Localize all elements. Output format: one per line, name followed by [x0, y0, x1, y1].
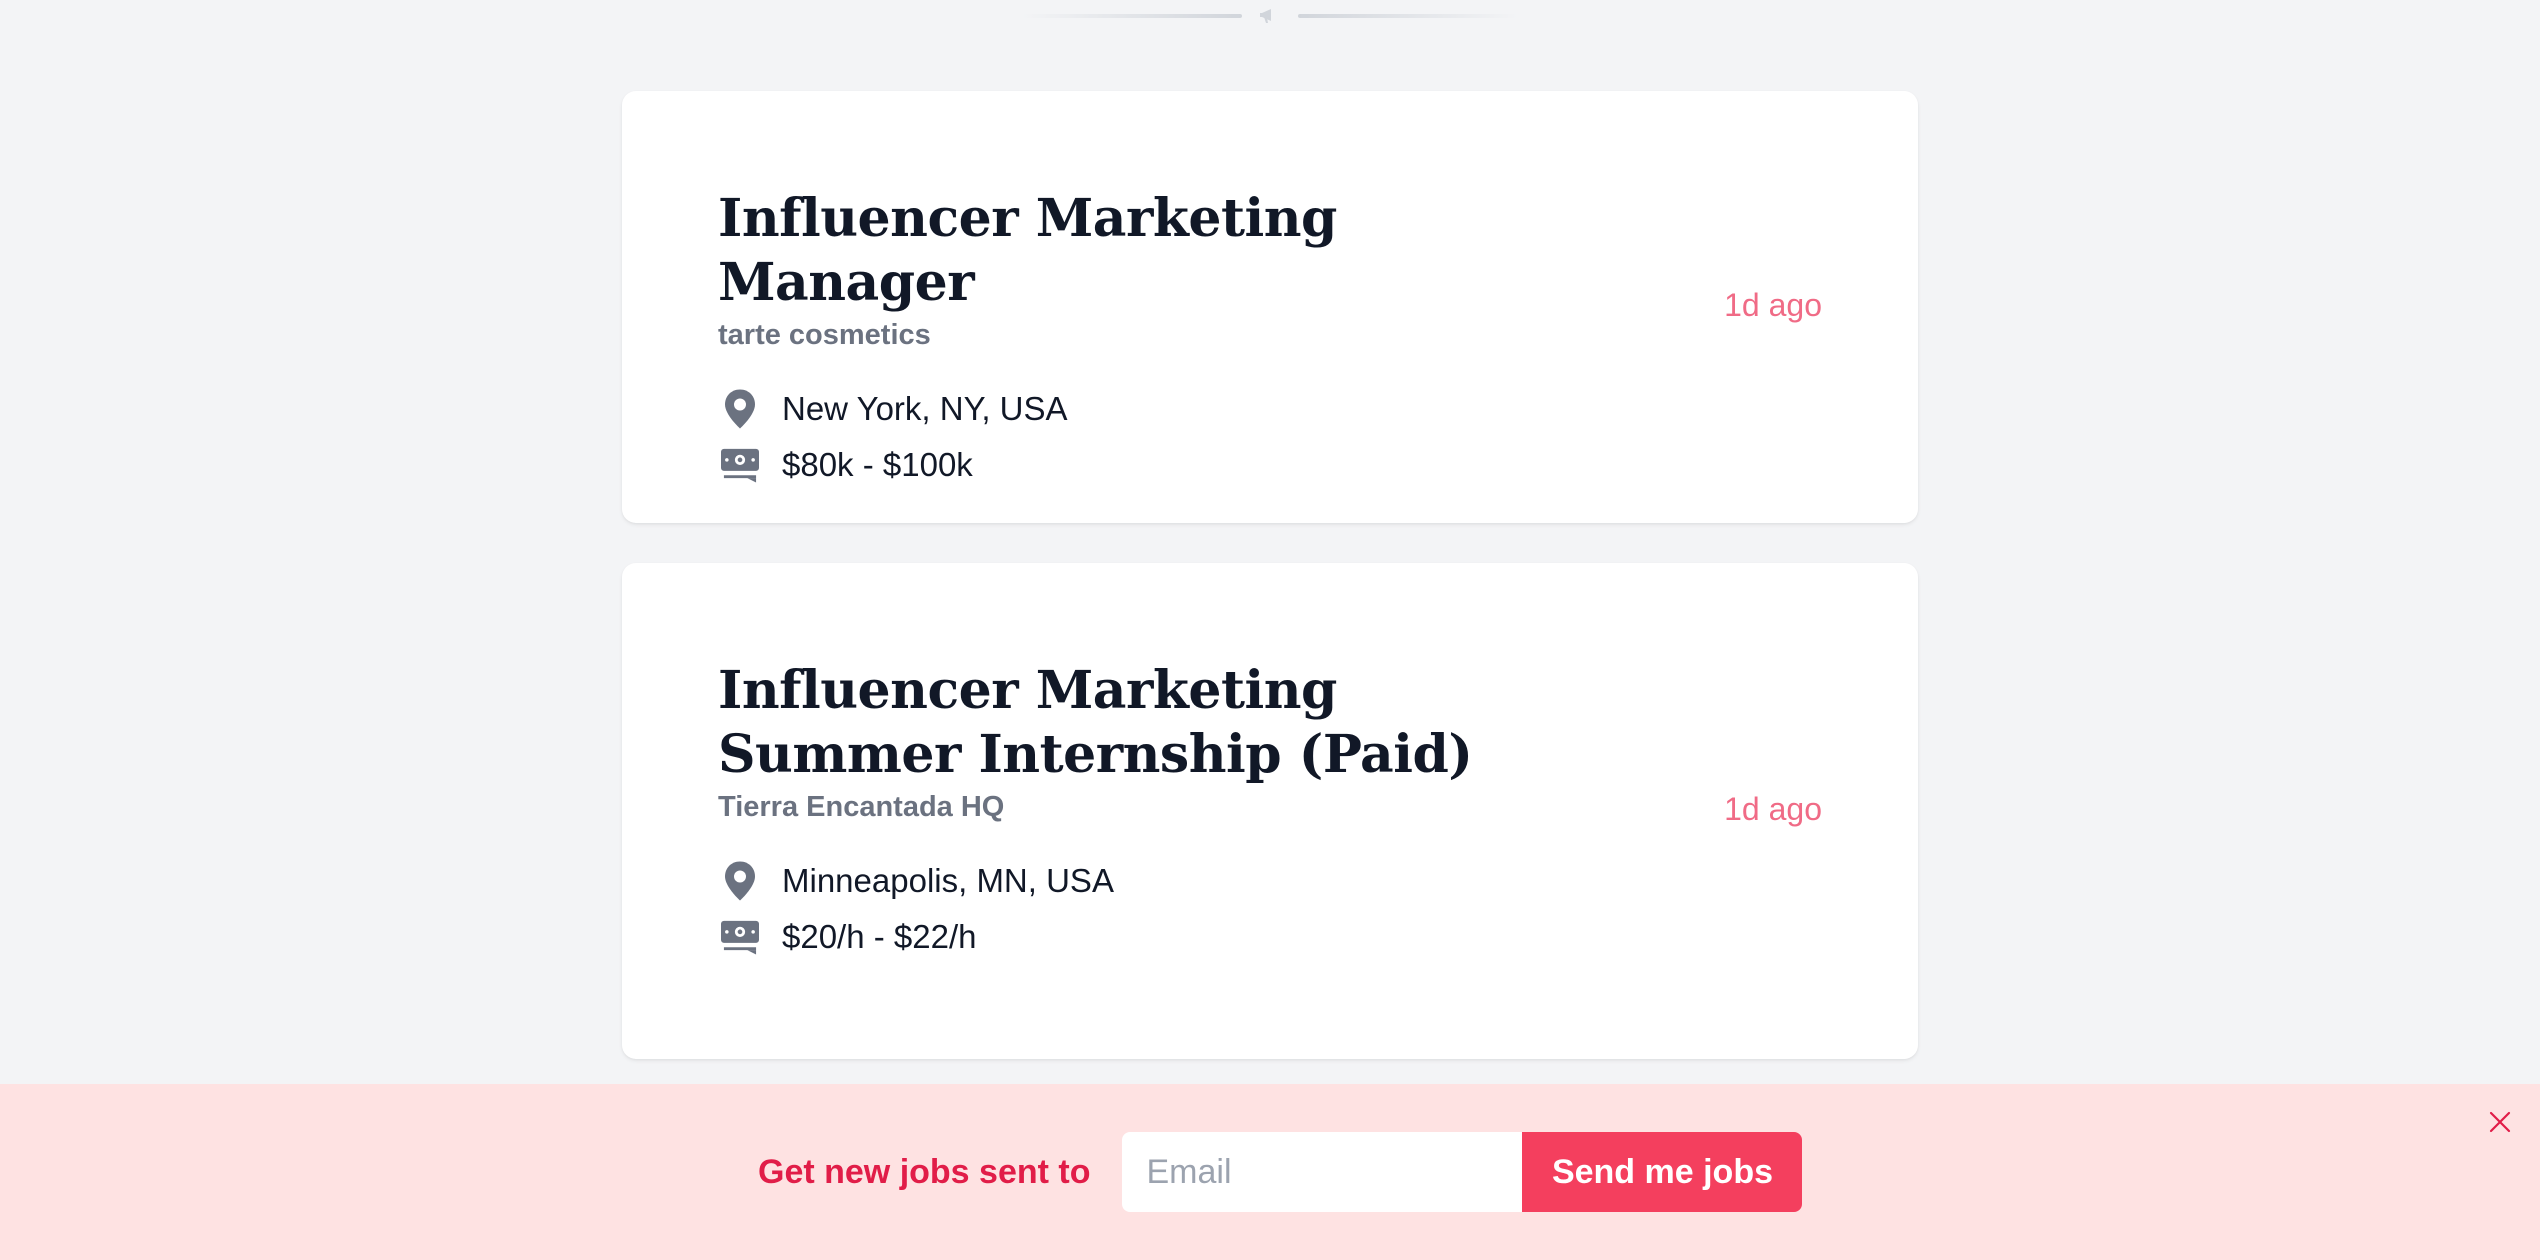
map-pin-icon	[718, 387, 762, 431]
location-text: Minneapolis, MN, USA	[782, 862, 1114, 899]
job-title[interactable]: Influencer Marketing Summer Internship (…	[718, 659, 1518, 787]
job-alert-form: Get new jobs sent to Send me jobs	[758, 1132, 1803, 1212]
job-location: Minneapolis, MN, USA	[718, 853, 1518, 909]
divider-line-right	[1298, 14, 1518, 18]
company-name: tarte cosmetics	[718, 319, 931, 351]
job-salary: $80k - $100k	[718, 437, 1518, 493]
location-text: New York, NY, USA	[782, 390, 1068, 427]
job-alert-label: Get new jobs sent to	[758, 1152, 1091, 1191]
close-icon	[2489, 1111, 2511, 1138]
email-input[interactable]	[1122, 1132, 1523, 1212]
job-title[interactable]: Influencer Marketing Manager	[718, 187, 1518, 315]
company-name: Tierra Encantada HQ	[718, 791, 1005, 823]
cash-icon	[718, 915, 762, 959]
section-divider	[1020, 6, 1520, 26]
salary-text: $20/h - $22/h	[782, 918, 977, 955]
job-card[interactable]: Influencer Marketing Summer Internship (…	[622, 563, 1918, 1059]
divider-line-left	[1022, 14, 1242, 18]
page: Influencer Marketing Manager tarte cosme…	[0, 0, 2540, 1260]
map-pin-icon	[718, 859, 762, 903]
megaphone-icon	[1242, 6, 1298, 26]
job-card-body: Influencer Marketing Summer Internship (…	[718, 659, 1518, 965]
salary-text: $80k - $100k	[782, 446, 973, 483]
close-banner-button[interactable]	[2476, 1100, 2524, 1148]
job-location: New York, NY, USA	[718, 381, 1518, 437]
job-card-body: Influencer Marketing Manager tarte cosme…	[718, 187, 1518, 493]
job-salary: $20/h - $22/h	[718, 909, 1518, 965]
job-alert-banner: Get new jobs sent to Send me jobs	[0, 1084, 2540, 1260]
cash-icon	[718, 443, 762, 487]
posted-time: 1d ago	[1724, 287, 1822, 323]
send-me-jobs-button[interactable]: Send me jobs	[1522, 1132, 1803, 1212]
posted-time: 1d ago	[1724, 791, 1822, 827]
job-card[interactable]: Influencer Marketing Manager tarte cosme…	[622, 91, 1918, 523]
job-meta: Minneapolis, MN, USA $20/h - $22/h	[718, 853, 1518, 965]
job-meta: New York, NY, USA $80k - $100k	[718, 381, 1518, 493]
